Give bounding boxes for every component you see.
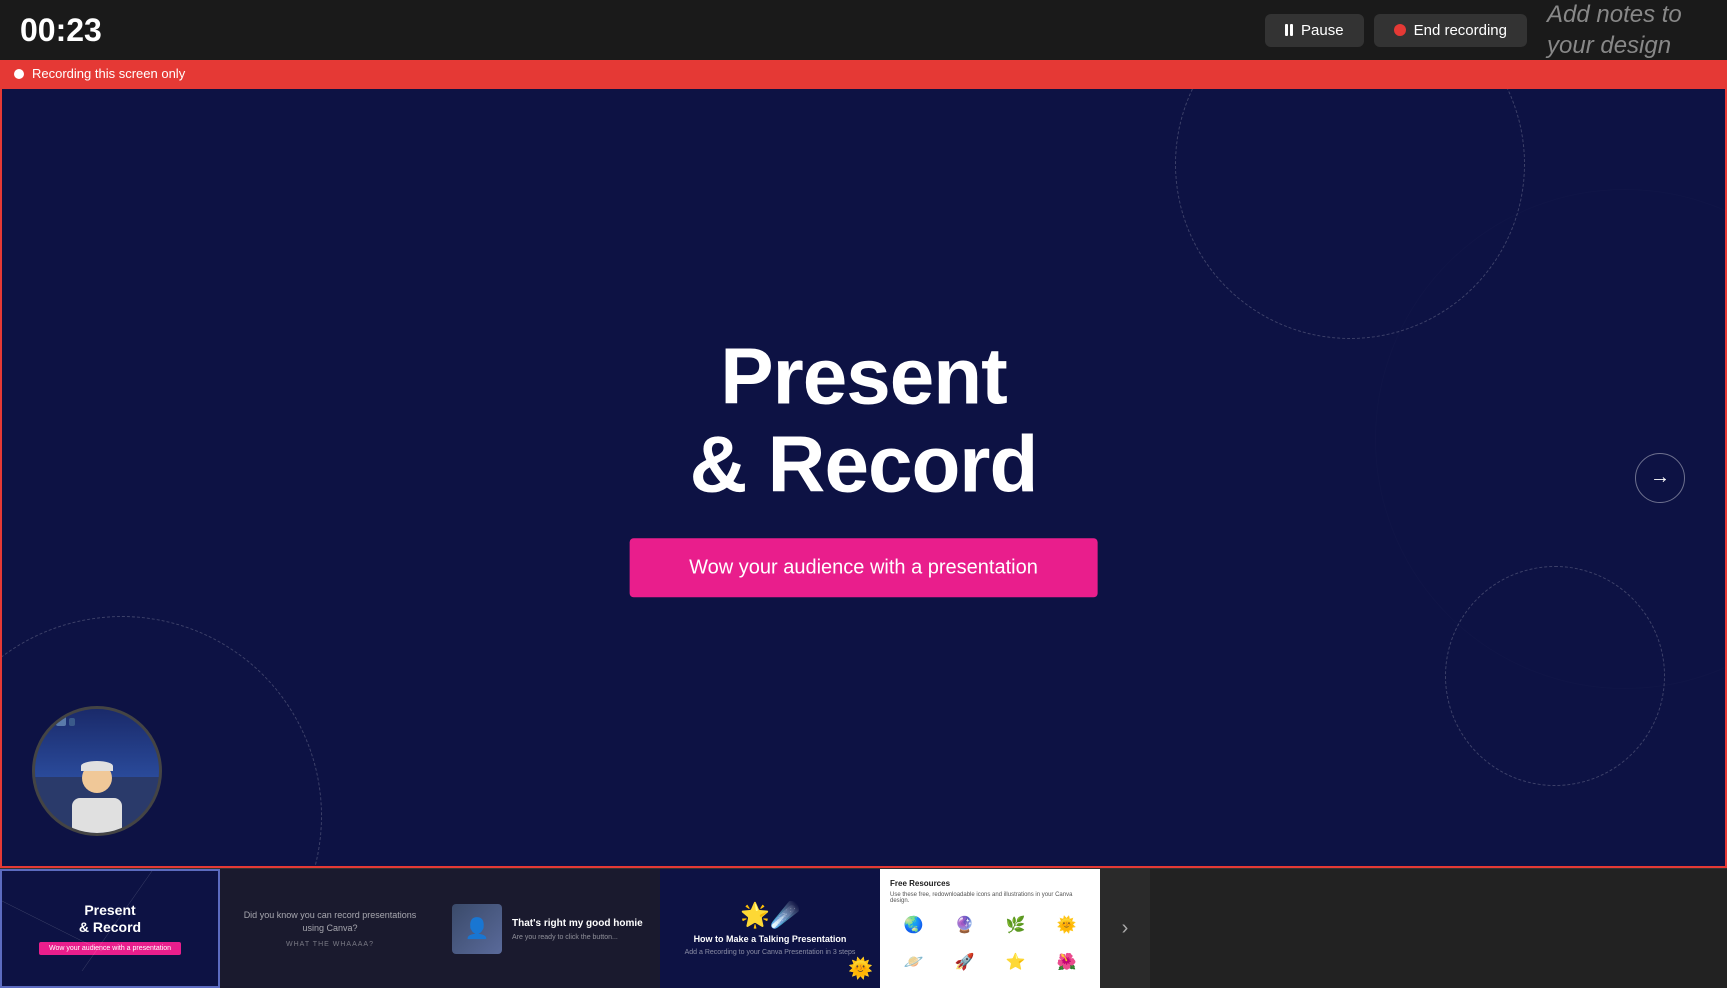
end-recording-button[interactable]: End recording — [1374, 14, 1527, 47]
thumb-3-title: That's right my good homie — [512, 917, 643, 930]
slide-title-line1: Present — [720, 331, 1006, 420]
thumb-5-header: Free Resources — [890, 879, 1090, 888]
next-arrow-icon: → — [1650, 466, 1670, 489]
thumbnails-bar: Present & Record Wow your audience with … — [0, 868, 1727, 988]
thumb-5-content: Free Resources Use these free, redownloa… — [882, 871, 1098, 986]
thumbnail-1[interactable]: Present & Record Wow your audience with … — [0, 869, 220, 988]
header-left: 00:23 — [0, 12, 1265, 49]
thumb-5-item-1: 🌏 — [890, 908, 937, 941]
slide-title-area: Present & Record Wow your audience with … — [629, 332, 1098, 597]
person-cap — [81, 761, 113, 771]
thumb-3-image: 👤 — [452, 904, 502, 954]
deco-circle-4 — [1375, 189, 1727, 689]
thumb-5-item-2: 🔮 — [941, 908, 988, 941]
slide-container: Present & Record Wow your audience with … — [0, 87, 1727, 868]
end-label: End recording — [1414, 22, 1507, 39]
webcam-person — [57, 753, 137, 833]
shelf-item — [45, 714, 53, 726]
thumb-5-item-8: 🌺 — [1043, 945, 1090, 978]
header-right: Add notes to your design — [1527, 0, 1727, 61]
webcam-bubble — [32, 706, 162, 836]
slide-subtitle-button[interactable]: Wow your audience with a presentation — [629, 538, 1098, 597]
thumbnail-4[interactable]: 🌟☄️ How to Make a Talking Presentation A… — [660, 869, 880, 988]
next-slide-button[interactable]: → — [1635, 453, 1685, 503]
thumbnails-more-button[interactable]: › — [1100, 869, 1150, 988]
more-icon: › — [1122, 917, 1129, 940]
main-area: Recording this screen only Present & Rec… — [0, 60, 1727, 988]
thumb-5-item-3: 🌿 — [992, 908, 1039, 941]
thumbnail-5[interactable]: Free Resources Use these free, redownloa… — [880, 869, 1100, 988]
notes-hint: Add notes to your design — [1547, 0, 1727, 61]
thumb-4-sun-icon: 🌞 — [848, 956, 873, 981]
pause-label: Pause — [1301, 22, 1344, 39]
shelf-row-1 — [45, 714, 149, 726]
timer: 00:23 — [20, 12, 102, 48]
thumb-4-sub: Add a Recording to your Canva Presentati… — [685, 949, 856, 956]
thumbnail-3[interactable]: 👤 That's right my good homie Are you rea… — [440, 869, 660, 988]
thumb-2-main-text: Did you know you can record presentation… — [232, 909, 428, 934]
thumb-4-emoji: 🌟☄️ — [740, 901, 800, 930]
thumb-5-item-5: 🪐 — [890, 945, 937, 978]
thumb-5-grid: 🌏 🔮 🌿 🌞 🪐 🚀 ⭐ 🌺 — [890, 908, 1090, 978]
thumb-1-content: Present & Record Wow your audience with … — [2, 871, 218, 986]
record-dot-icon — [1394, 24, 1406, 36]
recording-text: Recording this screen only — [32, 66, 185, 81]
thumb-2-sub-text: WHAT THE WHAAAA? — [286, 941, 374, 948]
shelf-item — [56, 714, 66, 726]
slide-title-line2: & Record — [690, 419, 1038, 508]
deco-circle-1 — [1175, 87, 1525, 339]
thumb-5-item-4: 🌞 — [1043, 908, 1090, 941]
person-body — [72, 798, 122, 833]
header-controls: Pause End recording — [1265, 14, 1527, 47]
recording-bar: Recording this screen only — [0, 60, 1727, 87]
pause-bar-2 — [1290, 24, 1293, 36]
header: 00:23 Pause End recording Add notes to y… — [0, 0, 1727, 60]
thumb-5-item-7: ⭐ — [992, 945, 1039, 978]
thumb-4-title: How to Make a Talking Presentation — [694, 934, 847, 946]
shelf-item — [69, 718, 75, 726]
recording-indicator-icon — [14, 69, 24, 79]
thumb-4-content: 🌟☄️ How to Make a Talking Presentation A… — [662, 871, 878, 986]
thumb-deco-svg — [2, 871, 218, 986]
slide-main-title: Present & Record — [629, 332, 1098, 508]
thumbnail-2[interactable]: Did you know you can record presentation… — [220, 869, 440, 988]
slide-area: Recording this screen only Present & Rec… — [0, 60, 1727, 988]
pause-bar-1 — [1285, 24, 1288, 36]
thumb-3-content: 👤 That's right my good homie Are you rea… — [442, 871, 658, 986]
pause-button[interactable]: Pause — [1265, 14, 1364, 47]
thumb-2-content: Did you know you can record presentation… — [222, 871, 438, 986]
thumb-3-sub: Are you ready to click the button... — [512, 934, 643, 941]
deco-circle-3 — [1445, 566, 1665, 786]
pause-icon — [1285, 24, 1293, 36]
thumb-5-subtext: Use these free, redownloadable icons and… — [890, 892, 1090, 904]
thumb-5-item-6: 🚀 — [941, 945, 988, 978]
thumb-3-text-area: That's right my good homie Are you ready… — [512, 917, 643, 941]
